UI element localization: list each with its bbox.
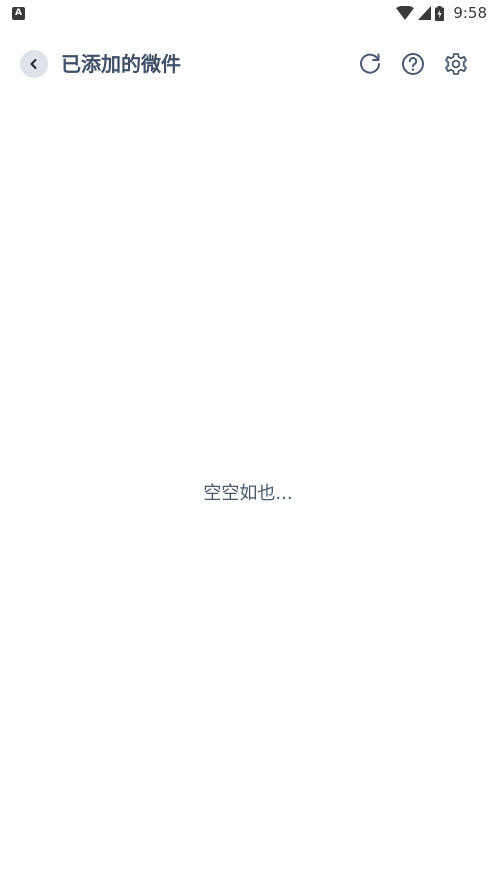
battery-icon [435,5,445,21]
screen: A 9:58 已添加的微件 空空如也... [0,0,496,880]
refresh-button[interactable] [357,51,383,77]
settings-button[interactable] [443,51,469,77]
gear-icon [445,53,467,75]
wifi-icon [396,6,415,20]
status-bar: A 9:58 [0,0,496,26]
help-button[interactable] [400,51,426,77]
back-button[interactable] [20,50,48,78]
refresh-icon [360,53,380,74]
status-icons: 9:58 [396,4,487,22]
page-title: 已添加的微件 [61,52,181,76]
cellular-signal-icon [418,6,432,20]
status-time: 9:58 [453,4,487,22]
notification-icon: A [12,6,25,20]
empty-state-text: 空空如也... [203,483,293,504]
help-icon [402,53,424,75]
app-bar: 已添加的微件 [0,40,496,88]
chevron-left-icon [30,59,37,69]
